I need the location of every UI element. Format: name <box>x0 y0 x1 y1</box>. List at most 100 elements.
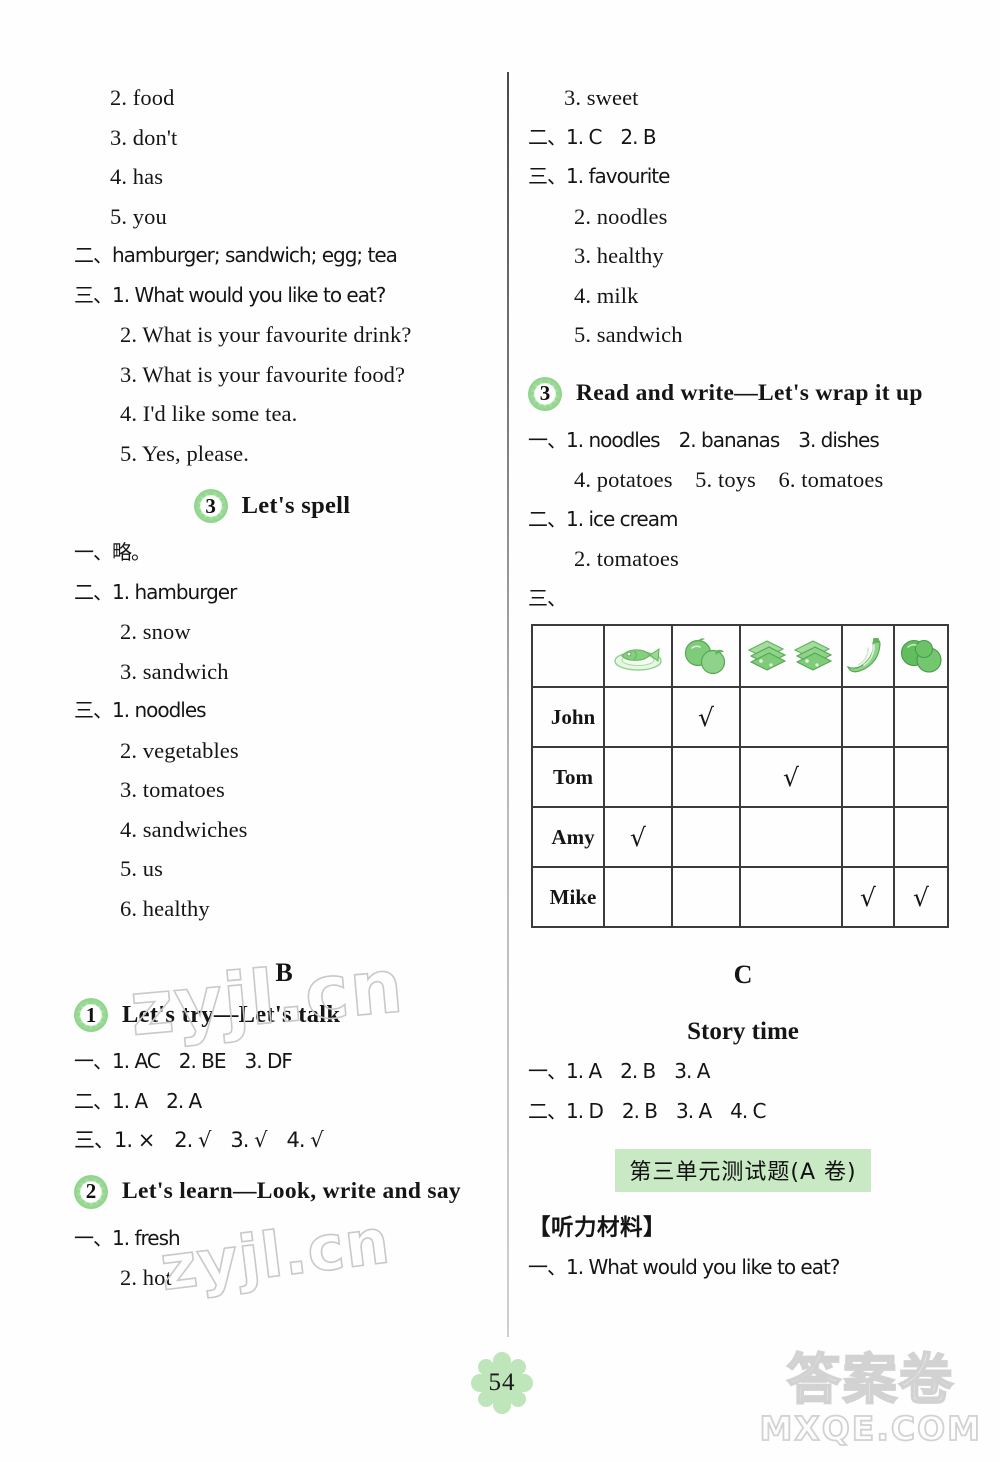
answer-line: 3. don't <box>110 124 178 150</box>
student-name: Mike <box>531 866 605 928</box>
cell-tom-tomatoes <box>671 746 741 808</box>
badge-number: 3 <box>539 381 551 405</box>
table-header-row <box>531 624 949 688</box>
answer-line: 一、1. fresh <box>74 1225 181 1250</box>
section-title: Let's spell <box>241 492 351 519</box>
badge-number: 2 <box>85 1179 97 1203</box>
cell-amy-tomatoes <box>671 806 741 868</box>
answer-line: 4. potatoes 5. toys 6. tomatoes <box>574 467 884 492</box>
answer-line: 2. snow <box>120 619 191 644</box>
section-number-badge: 3 <box>193 489 228 523</box>
cell-john-sandwiches <box>739 686 843 748</box>
badge-number: 1 <box>85 1002 97 1027</box>
answer-line: 4. has <box>110 164 164 189</box>
cell-amy-vegetables <box>893 806 949 868</box>
answer-line: 三、1. × 2. √ 3. √ 4. √ <box>74 1128 324 1152</box>
unit-test-banner-wrap: 第三单元测试题(A 卷) <box>528 1149 958 1192</box>
cell-mike-vegetables: √ <box>893 866 949 928</box>
student-name: Amy <box>531 806 605 868</box>
answer-line: 一、略。 <box>74 540 151 564</box>
right-column: 3. sweet 二、1. C 2. B 三、1. favourite 2. n… <box>528 78 958 1288</box>
badge-number: 3 <box>205 493 216 518</box>
section-number-badge: 3 <box>528 376 562 411</box>
answer-line: 二、1. A 2. A <box>74 1088 202 1113</box>
answer-line: 2. tomatoes <box>574 546 679 571</box>
table-row: Amy √ <box>531 806 949 868</box>
part-letter-c: C <box>733 960 753 989</box>
section-title: Let's learn—Look, write and say <box>122 1178 461 1204</box>
answer-line: 2. noodles <box>574 203 668 229</box>
student-name: John <box>531 686 605 748</box>
answer-line: 4. milk <box>574 282 639 308</box>
left-column: 2. food 3. don't 4. has 5. you 二、hamburg… <box>74 78 494 1298</box>
answer-key-page: 2. food 3. don't 4. has 5. you 二、hamburg… <box>0 0 1000 1462</box>
cell-tom-sandwiches: √ <box>739 746 843 808</box>
answer-line: 4. I'd like some tea. <box>120 401 298 426</box>
cell-amy-sandwiches <box>739 806 843 868</box>
answer-line: 2. hot <box>120 1265 172 1290</box>
table-row: Tom √ <box>531 746 949 808</box>
answer-line: 一、1. noodles 2. bananas 3. dishes <box>528 427 880 452</box>
answer-line-item-three: 三、1. What would you like to eat? <box>74 282 386 307</box>
section-number-badge: 1 <box>74 998 108 1032</box>
cell-john-vegetables <box>893 686 949 748</box>
food-preference-table: John √ Tom √ Amy √ Mike √ √ <box>531 624 949 928</box>
cell-amy-fish: √ <box>603 806 673 868</box>
answer-line: 二、1. C 2. B <box>528 124 657 149</box>
column-divider <box>507 72 509 1337</box>
story-time-title: Story time <box>687 1018 799 1045</box>
fish-on-plate-icon <box>603 624 673 688</box>
section-heading-lets-spell: 3 Let's spell <box>74 489 494 523</box>
section-title: Let's try—Let's talk <box>122 1001 341 1028</box>
answer-line: 2. food <box>110 85 175 110</box>
cell-mike-tomatoes <box>671 866 741 928</box>
listening-material-heading: 【听力材料】 <box>528 1215 667 1241</box>
section-number-badge: 2 <box>74 1174 108 1209</box>
cell-amy-bananas <box>841 806 895 868</box>
answer-line: 三、1. favourite <box>528 164 670 188</box>
answer-line: 二、1. ice cream <box>528 506 678 531</box>
cell-tom-bananas <box>841 746 895 808</box>
section-heading-lets-learn: 2 Let's learn—Look, write and say <box>74 1174 494 1209</box>
answer-line: 3. What is your favourite food? <box>120 361 406 387</box>
answer-line-item-two: 二、hamburger; sandwich; egg; tea <box>74 243 398 267</box>
cell-tom-vegetables <box>893 746 949 808</box>
answer-line: 5. Yes, please. <box>120 440 249 466</box>
answer-line: 一、1. What would you like to eat? <box>528 1255 840 1279</box>
cell-mike-sandwiches <box>739 866 843 928</box>
answer-line: 2. What is your favourite drink? <box>120 322 412 347</box>
answer-line: 5. sandwich <box>574 322 683 347</box>
answer-line: 5. you <box>110 203 167 229</box>
tomatoes-icon <box>671 624 741 688</box>
answer-line: 三、 <box>528 585 567 610</box>
answer-line: 一、1. A 2. B 3. A <box>528 1059 710 1083</box>
answer-line: 3. sandwich <box>120 658 229 684</box>
page-number: 54 <box>468 1352 536 1414</box>
answer-line: 3. healthy <box>574 243 664 268</box>
part-letter-b: B <box>275 958 293 987</box>
unit-test-banner: 第三单元测试题(A 卷) <box>615 1149 871 1192</box>
section-heading-read-and-write: 3 Read and write—Let's wrap it up <box>528 376 958 411</box>
watermark-mxqe: 答案卷 MXQE.COM <box>759 1348 982 1449</box>
answer-line: 一、1. AC 2. BE 3. DF <box>74 1049 293 1073</box>
cell-john-fish <box>603 686 673 748</box>
cell-tom-fish <box>603 746 673 808</box>
cell-mike-fish <box>603 866 673 928</box>
cell-john-tomatoes: √ <box>671 686 741 748</box>
answer-line: 6. healthy <box>120 895 210 921</box>
answer-line: 3. sweet <box>564 85 639 110</box>
answer-line: 2. vegetables <box>120 737 239 763</box>
watermark-en-text: MXQE.COM <box>759 1408 982 1449</box>
table-corner-cell <box>531 624 605 688</box>
cell-john-bananas <box>841 686 895 748</box>
page-number-text: 54 <box>488 1369 516 1396</box>
cell-mike-bananas: √ <box>841 866 895 928</box>
bananas-icon <box>841 624 895 688</box>
watermark-cn-text: 答案卷 <box>786 1348 955 1412</box>
answer-line: 三、1. noodles <box>74 698 207 722</box>
answer-line: 3. tomatoes <box>120 777 225 802</box>
section-title: Read and write—Let's wrap it up <box>576 380 923 406</box>
answer-line: 5. us <box>120 856 164 881</box>
answer-line: 4. sandwiches <box>120 816 248 842</box>
student-name: Tom <box>531 746 605 808</box>
